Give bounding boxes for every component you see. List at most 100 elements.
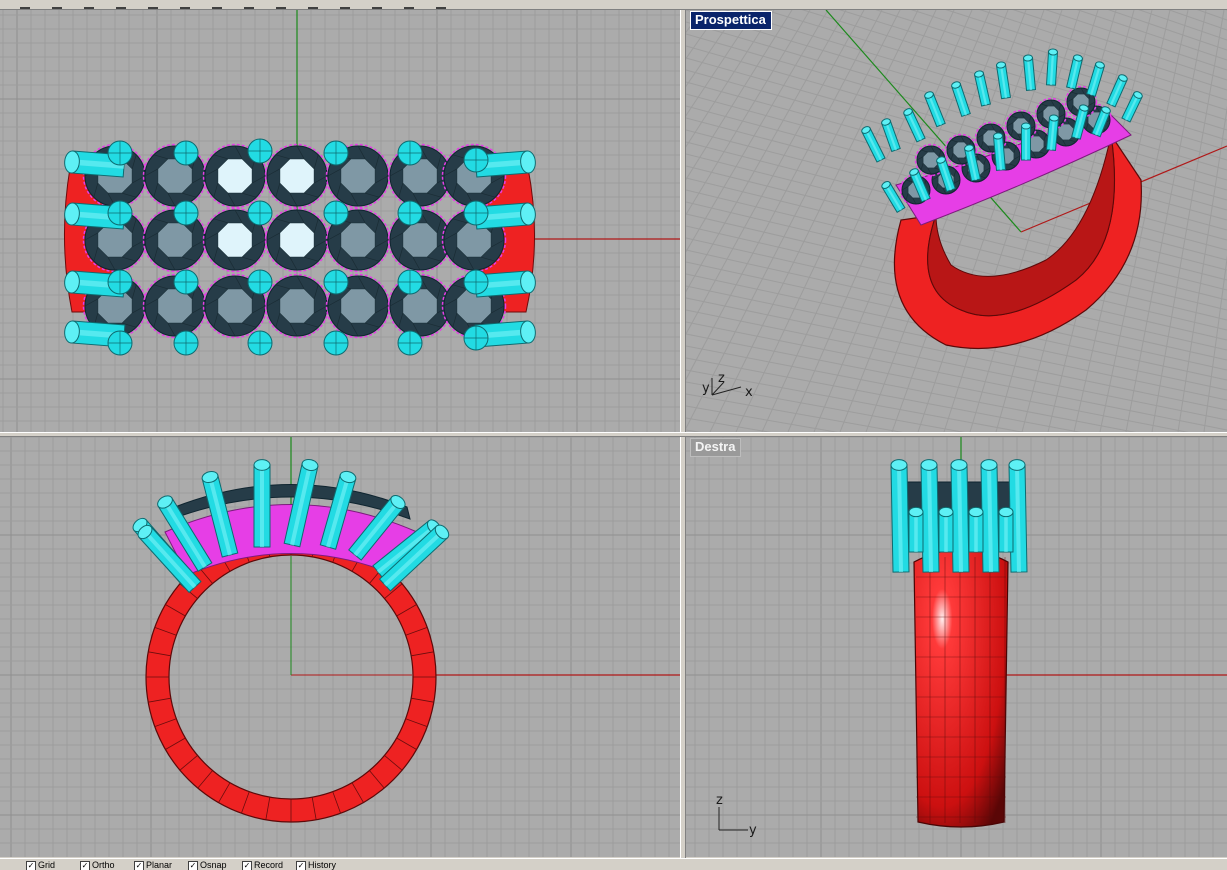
- mesh-icon[interactable]: [308, 0, 318, 9]
- prong: [1023, 55, 1035, 91]
- prong: [939, 507, 953, 552]
- prong: [324, 270, 348, 294]
- prong: [324, 141, 348, 165]
- ring-band: [914, 550, 1008, 828]
- prong: [248, 201, 272, 225]
- prong: [891, 460, 909, 573]
- right-view-canvas[interactable]: yz: [686, 437, 1227, 857]
- torus-icon[interactable]: [404, 0, 414, 9]
- prong: [909, 507, 923, 552]
- prong-highlight: [989, 465, 991, 572]
- perspective-grid: [686, 10, 1227, 432]
- circle-icon[interactable]: [148, 0, 158, 9]
- prong: [1047, 49, 1058, 86]
- prong: [464, 270, 488, 294]
- polyline-icon[interactable]: [116, 0, 126, 9]
- prong: [996, 61, 1010, 98]
- viewport-splitter-horizontal[interactable]: [0, 432, 1227, 437]
- prong: [398, 270, 422, 294]
- prong-tip: [993, 133, 1002, 140]
- prong: [174, 141, 198, 165]
- perspective-view-canvas[interactable]: x yz: [686, 10, 1227, 432]
- arc-icon[interactable]: [180, 0, 190, 9]
- prong-tip: [939, 507, 953, 516]
- prong-highlight: [899, 465, 901, 572]
- prong: [464, 148, 488, 172]
- gem-table: [218, 159, 252, 193]
- front-view-canvas[interactable]: [0, 437, 680, 857]
- triad-y-label: y: [749, 823, 757, 838]
- prong: [464, 326, 488, 350]
- prong-tip: [951, 460, 967, 471]
- triad-z-label: z: [718, 371, 725, 386]
- gem-stone: [266, 145, 329, 208]
- grid-line: [686, 370, 1227, 432]
- prong: [108, 141, 132, 165]
- prong: [174, 331, 198, 355]
- prong: [1107, 73, 1128, 106]
- prong: [861, 125, 885, 162]
- gem-table: [280, 223, 314, 257]
- prong-tip: [1048, 49, 1057, 56]
- viewport-perspective[interactable]: x yz Prospettica: [686, 10, 1227, 432]
- top-view-canvas[interactable]: [0, 10, 680, 432]
- solid-icon[interactable]: [276, 0, 286, 9]
- prong-tip: [909, 507, 923, 516]
- viewport-label-right[interactable]: Destra: [690, 438, 741, 457]
- analyze-icon[interactable]: [436, 0, 446, 9]
- viewport-front[interactable]: [0, 437, 680, 857]
- prong: [174, 201, 198, 225]
- prong-tip: [891, 460, 907, 471]
- gem-table: [341, 223, 375, 257]
- grid-line: [686, 394, 1227, 432]
- prong: [921, 460, 939, 573]
- prong-tip: [999, 507, 1013, 516]
- prong: [108, 270, 132, 294]
- prong: [248, 139, 272, 163]
- main-toolbar: [0, 0, 1227, 10]
- prong: [999, 507, 1013, 552]
- prong: [951, 460, 969, 573]
- viewport-top[interactable]: [0, 10, 680, 432]
- prong: [248, 331, 272, 355]
- gem-table: [158, 223, 192, 257]
- prong-highlight: [929, 465, 931, 572]
- grid-line: [686, 346, 1227, 432]
- prong: [248, 270, 272, 294]
- prong: [174, 270, 198, 294]
- prong-highlight: [959, 465, 961, 572]
- prong: [254, 460, 270, 547]
- prong: [924, 91, 945, 127]
- prong: [108, 331, 132, 355]
- render-icon[interactable]: [340, 0, 350, 9]
- triad-y-label: y: [702, 381, 710, 396]
- gem-table: [218, 289, 252, 323]
- prong: [108, 201, 132, 225]
- prong: [398, 331, 422, 355]
- select-icon[interactable]: [20, 0, 30, 9]
- grid-line: [686, 10, 738, 432]
- curve-icon[interactable]: [84, 0, 94, 9]
- prong: [981, 460, 999, 573]
- grid-line: [686, 406, 1227, 432]
- gem-table: [280, 159, 314, 193]
- prong: [464, 201, 488, 225]
- prong-tip: [969, 507, 983, 516]
- point-icon[interactable]: [52, 0, 62, 9]
- viewport-label-perspective[interactable]: Prospettica: [690, 11, 772, 30]
- gem-table: [403, 223, 437, 257]
- prong: [324, 201, 348, 225]
- sphere-icon[interactable]: [372, 0, 382, 9]
- prong: [1022, 123, 1031, 160]
- surface-icon[interactable]: [244, 0, 254, 9]
- rectangle-icon[interactable]: [212, 0, 222, 9]
- triad-x-label: x: [745, 385, 753, 400]
- prong: [324, 331, 348, 355]
- viewport-right[interactable]: yz Destra: [686, 437, 1227, 857]
- gem-table: [218, 223, 252, 257]
- prong-tip: [1022, 123, 1031, 129]
- prong-tip: [1049, 115, 1059, 122]
- prong-tip: [1009, 460, 1025, 471]
- prong-tip: [1023, 55, 1033, 62]
- gem-table: [280, 289, 314, 323]
